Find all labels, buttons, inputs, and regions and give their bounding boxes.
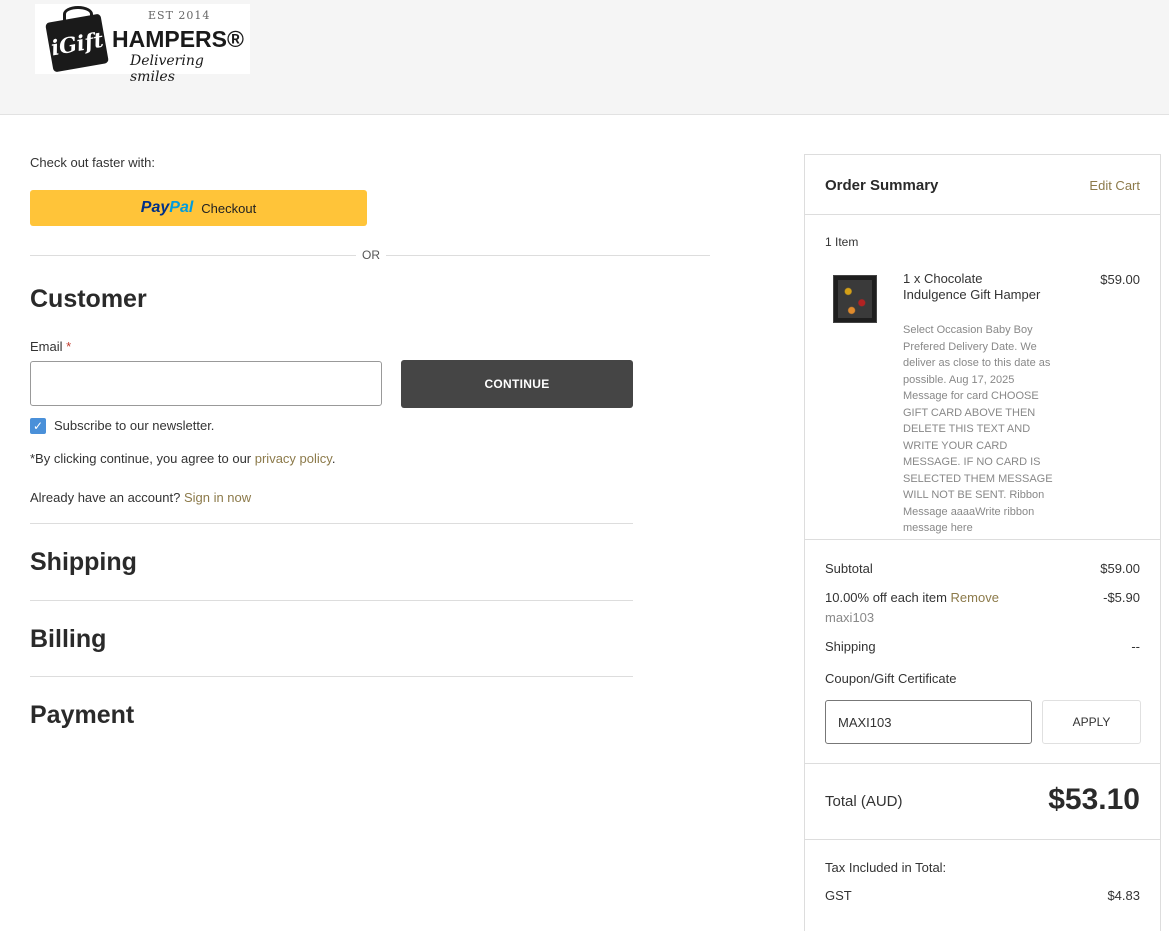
account-prefix: Already have an account? <box>30 490 184 505</box>
billing-heading[interactable]: Billing <box>30 625 106 654</box>
site-header: iGift EST 2014 HAMPERS® Delivering smile… <box>0 0 1169 115</box>
shipping-value: -- <box>1131 639 1140 654</box>
total-value: $53.10 <box>1048 783 1140 816</box>
item-options: Select Occasion Baby Boy Prefered Delive… <box>903 324 1053 534</box>
coupon-label: Coupon/Gift Certificate <box>825 671 957 686</box>
remove-discount-link[interactable]: Remove <box>951 590 999 605</box>
site-logo[interactable]: iGift EST 2014 HAMPERS® Delivering smile… <box>35 4 250 85</box>
gst-value: $4.83 <box>1107 888 1140 903</box>
paypal-checkout-button[interactable]: Pay Pal Checkout <box>30 190 367 226</box>
sign-in-link[interactable]: Sign in now <box>184 490 251 505</box>
or-label: OR <box>356 248 386 262</box>
section-divider <box>30 676 633 677</box>
section-divider <box>30 523 633 524</box>
logo-est: EST 2014 <box>148 9 211 22</box>
discount-row: 10.00% off each item Remove <box>825 590 999 605</box>
newsletter-checkbox[interactable]: ✓ <box>30 418 46 434</box>
discount-label: 10.00% off each item <box>825 590 947 605</box>
email-input[interactable] <box>30 361 382 406</box>
email-label: Email * <box>30 339 71 354</box>
checkout-faster-label: Check out faster with: <box>30 155 155 170</box>
discount-code: maxi103 <box>825 610 875 625</box>
privacy-policy-link[interactable]: privacy policy <box>255 451 332 466</box>
gst-label: GST <box>825 888 852 903</box>
order-summary-title: Order Summary <box>825 177 939 194</box>
terms-text: *By clicking continue, you agree to our … <box>30 451 335 466</box>
terms-prefix: *By clicking continue, you agree to our <box>30 451 255 466</box>
edit-cart-link[interactable]: Edit Cart <box>1089 178 1140 193</box>
section-divider <box>30 600 633 601</box>
newsletter-label[interactable]: Subscribe to our newsletter. <box>54 418 214 433</box>
subtotal-value: $59.00 <box>1100 561 1140 576</box>
paypal-logo-pal: Pal <box>169 199 194 216</box>
order-summary: Order Summary Edit Cart 1 Item 1 x Choco… <box>804 154 1161 931</box>
item-count: 1 Item <box>825 235 859 249</box>
discount-value: -$5.90 <box>1103 590 1140 605</box>
apply-coupon-button[interactable]: APPLY <box>1042 700 1141 744</box>
shipping-heading[interactable]: Shipping <box>30 548 137 577</box>
paypal-logo-pay: Pay <box>140 199 170 216</box>
required-marker: * <box>66 339 72 354</box>
terms-suffix: . <box>331 451 336 466</box>
coupon-input[interactable] <box>825 700 1032 744</box>
product-thumbnail <box>833 275 877 323</box>
customer-heading: Customer <box>30 285 147 313</box>
shipping-label: Shipping <box>825 639 876 654</box>
total-label: Total (AUD) <box>825 793 903 810</box>
summary-divider <box>805 539 1160 540</box>
logo-tagline: Delivering smiles <box>130 53 204 85</box>
subtotal-label: Subtotal <box>825 561 873 576</box>
payment-heading[interactable]: Payment <box>30 701 134 730</box>
email-label-text: Email <box>30 339 63 354</box>
paypal-checkout-label: Checkout <box>201 200 257 216</box>
item-name: 1 x Chocolate Indulgence Gift Hamper <box>903 271 1041 302</box>
summary-divider <box>805 839 1160 840</box>
logo-mark: iGift <box>45 13 109 73</box>
continue-button[interactable]: CONTINUE <box>401 360 633 408</box>
logo-brand-name: HAMPERS® <box>112 26 244 52</box>
summary-divider <box>805 763 1160 764</box>
order-summary-header: Order Summary Edit Cart <box>805 155 1160 215</box>
tax-label: Tax Included in Total: <box>825 860 947 875</box>
item-price: $59.00 <box>1100 272 1140 287</box>
account-text: Already have an account? Sign in now <box>30 490 251 505</box>
